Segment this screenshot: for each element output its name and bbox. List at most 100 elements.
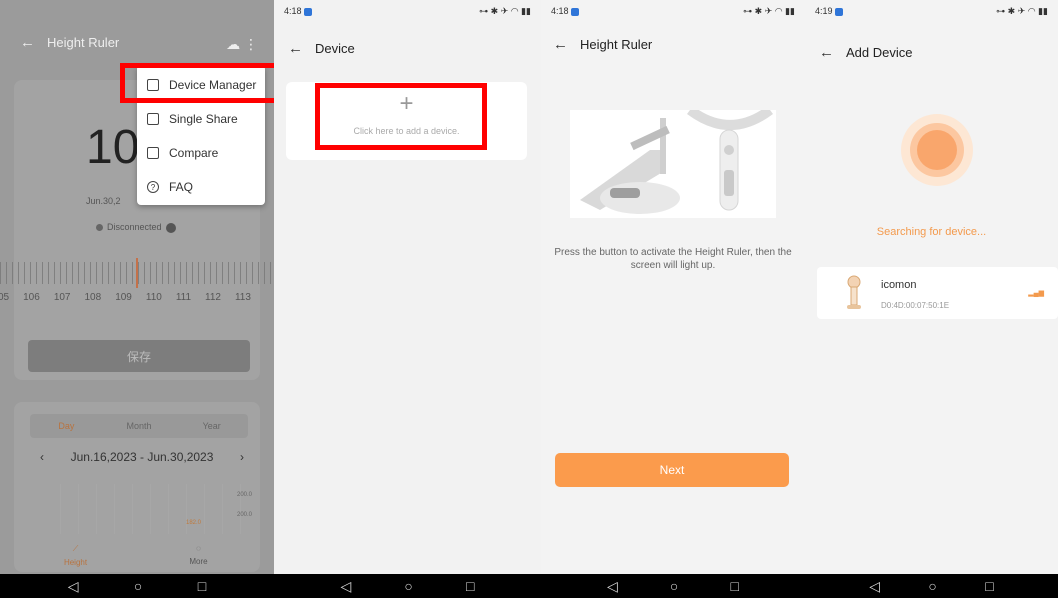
page-title: Height Ruler [47,35,120,50]
nav-back-icon[interactable]: ◁ [341,579,352,593]
ruler-tick: 05 [0,292,10,303]
history-chart [60,484,254,534]
status-bar: 4:18 ⊶ ✱ ✈ ◠ ▮▮ [274,0,541,22]
more-icon: ◌ [196,544,201,553]
tab-year[interactable]: Year [175,414,248,438]
next-range-icon[interactable]: › [240,450,244,464]
back-arrow-icon[interactable]: ← [288,40,303,57]
screen-height-ruler-menu: ← Height Ruler ☁ ⋮ 10 Jun.30,2 Disconnec… [0,0,274,598]
date-range: Jun.16,2023 - Jun.30,2023 [70,450,214,464]
device-mac: D0:4D:00:07:50:1E [881,301,950,310]
system-icons: ⊶ ✱ ✈ ◠ ▮▮ [743,5,795,16]
menu-item-label: Single Share [169,112,238,126]
faq-icon: ? [147,181,159,193]
nav-back-icon[interactable]: ◁ [869,579,880,593]
nav-recents-icon[interactable]: □ [985,579,993,593]
status-time: 4:18 [284,6,302,16]
back-arrow-icon[interactable]: ← [553,36,568,53]
page-title: Device [315,41,355,56]
nav-home-icon[interactable]: ○ [134,579,142,593]
screen-add-device: 4:19 ⊶ ✱ ✈ ◠ ▮▮ ← Add Device Searching f… [805,0,1058,598]
device-manager-icon [147,79,159,91]
menu-item-label: Compare [169,146,219,160]
page-title: Add Device [846,45,913,60]
add-device-card[interactable]: + Click here to add a device. [286,82,527,160]
period-tabs: Day Month Year [30,414,248,438]
menu-item-single-share[interactable]: Single Share [147,109,259,129]
app-header: ← Add Device [805,44,1058,61]
bottom-navigation: ⟋ Height ◌ More [14,536,260,574]
ruler-tick: 108 [84,292,102,303]
instruction-text: Press the button to activate the Height … [554,247,792,271]
ruler-labels: 05 106 107 108 109 110 111 112 113 [0,292,251,303]
more-menu-icon[interactable]: ⋮ [244,36,258,52]
date-range-selector: ‹ Jun.16,2023 - Jun.30,2023 › [40,450,244,464]
menu-item-device-manager[interactable]: Device Manager [147,75,259,95]
ruler-tick: 112 [205,292,221,303]
next-button[interactable]: Next [555,453,789,487]
nav-back-icon[interactable]: ◁ [68,579,79,593]
nav-height-label: Height [63,557,88,567]
nav-recents-icon[interactable]: □ [730,579,738,593]
nav-more[interactable]: ◌ More [137,536,260,574]
height-ruler-device-icon [847,275,861,309]
status-time: 4:19 [815,6,833,16]
compare-icon [147,147,159,159]
back-arrow-icon[interactable]: ← [20,34,35,51]
notification-icon [570,7,579,16]
ruler-tick: 113 [234,292,251,303]
overflow-menu: Device Manager Single Share Compare ? FA… [137,65,265,205]
android-nav-bar: ◁ ○ □ [805,574,1058,598]
ruler-tick: 106 [23,292,40,303]
nav-height[interactable]: ⟋ Height [14,536,137,574]
ruler-icon: ⟋ [72,543,79,553]
menu-item-label: Device Manager [169,78,257,92]
android-nav-bar: ◁ ○ □ [274,574,541,598]
system-icons: ⊶ ✱ ✈ ◠ ▮▮ [996,5,1048,16]
tab-month[interactable]: Month [103,414,176,438]
android-nav-bar: ◁ ○ □ [0,574,274,598]
device-list-item[interactable]: icomon D0:4D:00:07:50:1E ▂▄▆ [817,267,1058,319]
tab-day[interactable]: Day [30,414,103,438]
device-illustration [570,105,776,218]
searching-animation [901,114,973,186]
notification-icon [303,7,312,16]
plus-icon: + [399,90,414,117]
ruler-indicator [136,258,138,288]
menu-item-faq[interactable]: ? FAQ [147,177,259,197]
add-device-text: Click here to add a device. [353,126,460,136]
nav-home-icon[interactable]: ○ [670,579,678,593]
status-text: Disconnected [107,222,162,232]
info-icon[interactable] [165,222,176,233]
prev-range-icon[interactable]: ‹ [40,450,44,464]
nav-recents-icon[interactable]: □ [198,579,206,593]
nav-home-icon[interactable]: ○ [404,579,412,593]
nav-recents-icon[interactable]: □ [466,579,474,593]
searching-text: Searching for device... [876,226,987,238]
screen-activate-ruler: 4:18 ⊶ ✱ ✈ ◠ ▮▮ ← Height Ruler Press the… [541,0,805,598]
connection-status: Disconnected [96,222,176,233]
status-dot-icon [96,224,103,232]
nav-back-icon[interactable]: ◁ [607,579,618,593]
back-arrow-icon[interactable]: ← [819,44,834,61]
device-name: icomon [881,279,917,291]
chart-axis-label: 200.0 [236,512,252,518]
menu-item-compare[interactable]: Compare [147,143,259,163]
nav-home-icon[interactable]: ○ [928,579,936,593]
save-button[interactable]: 保存 [28,340,250,372]
screen-device: 4:18 ⊶ ✱ ✈ ◠ ▮▮ ← Device + Click here to… [274,0,541,598]
device-status-icon[interactable]: ☁ [226,36,240,52]
menu-item-label: FAQ [169,180,194,194]
status-bar: 4:19 ⊶ ✱ ✈ ◠ ▮▮ [805,0,1058,22]
measurement-date: Jun.30,2 [86,196,121,206]
page-title: Height Ruler [580,37,653,52]
chart-bar-label: 182.0 [186,520,202,526]
notification-icon [834,7,843,16]
signal-strength-icon: ▂▄▆ [1028,290,1044,297]
status-time: 4:18 [551,6,569,16]
app-header: ← Height Ruler [541,36,805,53]
system-icons: ⊶ ✱ ✈ ◠ ▮▮ [479,5,531,16]
ruler-tick: 107 [53,292,71,303]
ruler-tick: 110 [145,292,162,303]
chart-axis-label: 200.0 [236,492,252,498]
